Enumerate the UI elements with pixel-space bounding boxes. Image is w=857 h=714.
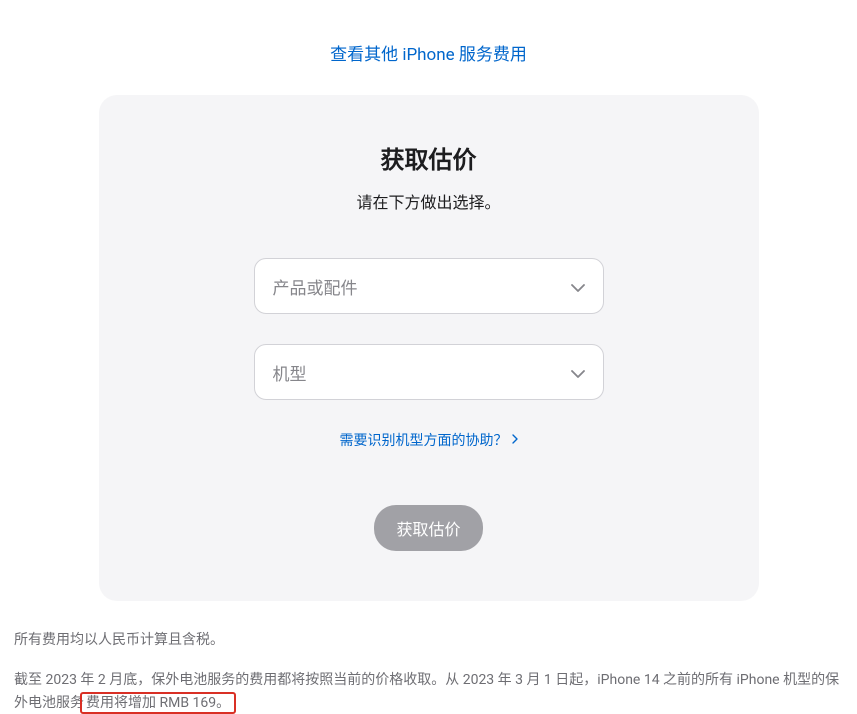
chevron-down-icon [571,363,585,382]
model-select[interactable]: 机型 [254,344,604,400]
card-subtitle: 请在下方做出选择。 [139,189,719,213]
footer-line-1: 所有费用均以人民币计算且含税。 [14,629,843,651]
get-estimate-button[interactable]: 获取估价 [374,505,482,551]
help-link-wrapper: 需要识别机型方面的协助？ [139,430,719,450]
top-link-wrapper: 查看其他 iPhone 服务费用 [10,0,847,95]
product-select-wrapper: 产品或配件 [254,258,604,314]
model-select-wrapper: 机型 [254,344,604,400]
chevron-right-icon [512,432,518,448]
page-container: 查看其他 iPhone 服务费用 获取估价 请在下方做出选择。 产品或配件 机型 [0,0,857,714]
identify-model-help-link[interactable]: 需要识别机型方面的协助？ [340,430,518,450]
footer-line-2: 截至 2023 年 2 月底，保外电池服务的费用都将按照当前的价格收取。从 20… [14,669,843,714]
other-services-link[interactable]: 查看其他 iPhone 服务费用 [330,45,527,65]
estimate-card: 获取估价 请在下方做出选择。 产品或配件 机型 [99,95,759,601]
help-link-label: 需要识别机型方面的协助？ [340,430,508,450]
price-increase-highlight: 费用将增加 RMB 169。 [80,692,236,714]
model-select-placeholder: 机型 [273,360,307,385]
product-select-placeholder: 产品或配件 [273,274,358,299]
footer-text: 所有费用均以人民币计算且含税。 截至 2023 年 2 月底，保外电池服务的费用… [10,629,847,714]
product-select[interactable]: 产品或配件 [254,258,604,314]
chevron-down-icon [571,277,585,296]
card-title: 获取估价 [139,140,719,175]
